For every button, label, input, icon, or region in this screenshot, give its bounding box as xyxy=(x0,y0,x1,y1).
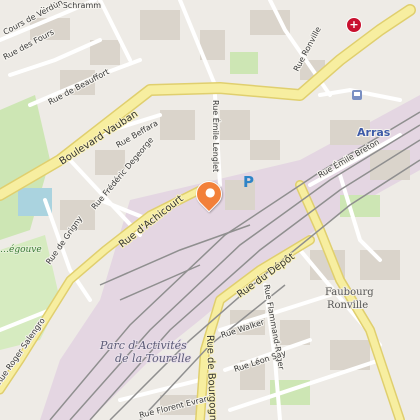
tourist-office-marker-icon[interactable]: ● xyxy=(190,175,228,213)
label-district-faubourg: Faubourg xyxy=(325,287,374,298)
map-canvas[interactable]: ... de Schramm Boulevard Vauban Rue Émil… xyxy=(0,0,420,420)
label-rue-emile-lenglet: Rue Émile Lenglet xyxy=(211,100,222,172)
pin-glyph-icon: ● xyxy=(205,185,216,199)
label-green-gouve: …égouve xyxy=(0,244,42,255)
hospital-icon[interactable]: + xyxy=(346,17,362,33)
parking-icon[interactable]: P xyxy=(243,173,254,191)
train-station-icon xyxy=(352,90,362,100)
label-park-area-line1: Parc d'Activités xyxy=(99,339,187,352)
label-city: Arras xyxy=(357,126,391,139)
label-district-ronville: Ronville xyxy=(327,300,368,311)
small-park xyxy=(230,52,258,74)
label-park-area-line2: de la Tourelle xyxy=(115,352,192,365)
